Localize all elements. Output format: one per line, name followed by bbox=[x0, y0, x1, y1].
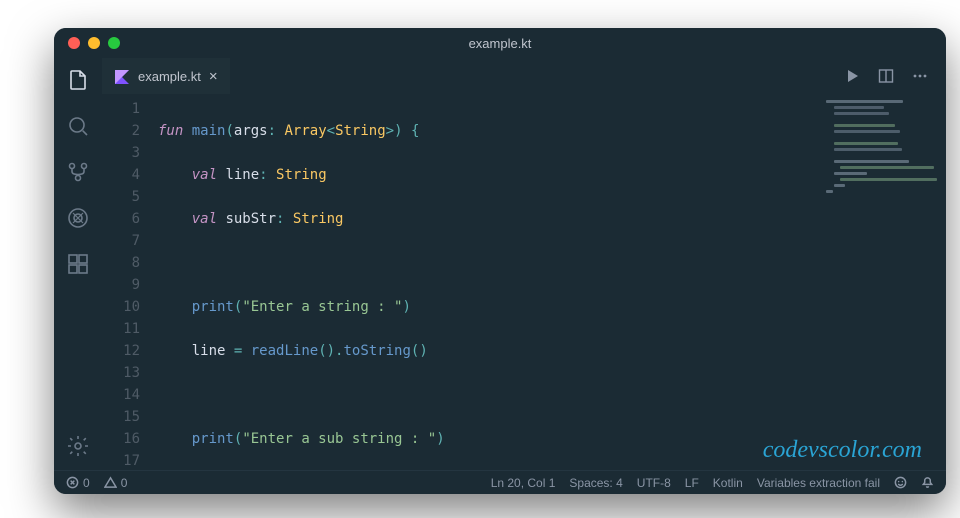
search-icon[interactable] bbox=[66, 114, 90, 138]
status-spaces[interactable]: Spaces: 4 bbox=[569, 476, 622, 490]
window-title: example.kt bbox=[54, 36, 946, 51]
status-eol[interactable]: LF bbox=[685, 476, 699, 490]
status-language[interactable]: Kotlin bbox=[713, 476, 743, 490]
run-icon[interactable] bbox=[844, 68, 860, 84]
code-content: fun main(args: Array<String>) { val line… bbox=[154, 94, 946, 470]
tab-example-kt[interactable]: example.kt × bbox=[102, 58, 230, 94]
tab-label: example.kt bbox=[138, 69, 201, 84]
close-tab-icon[interactable]: × bbox=[209, 68, 218, 85]
line-number-gutter: 1234567891011121314151617 bbox=[102, 94, 154, 470]
status-extension-msg[interactable]: Variables extraction fail bbox=[757, 476, 880, 490]
titlebar: example.kt bbox=[54, 28, 946, 58]
more-actions-icon[interactable] bbox=[912, 68, 928, 84]
workbench-body: example.kt × 1234567891011121314151617 f… bbox=[54, 58, 946, 470]
settings-gear-icon[interactable] bbox=[66, 434, 90, 458]
extensions-icon[interactable] bbox=[66, 252, 90, 276]
explorer-icon[interactable] bbox=[66, 68, 90, 92]
code-editor[interactable]: 1234567891011121314151617 fun main(args:… bbox=[102, 94, 946, 470]
status-lncol[interactable]: Ln 20, Col 1 bbox=[491, 476, 556, 490]
status-feedback-icon[interactable] bbox=[894, 476, 907, 489]
status-encoding[interactable]: UTF-8 bbox=[637, 476, 671, 490]
kotlin-file-icon bbox=[114, 69, 130, 85]
status-errors[interactable]: 0 bbox=[66, 476, 90, 490]
status-warnings[interactable]: 0 bbox=[104, 476, 128, 490]
status-bar: 0 0 Ln 20, Col 1 Spaces: 4 UTF-8 LF Kotl… bbox=[54, 470, 946, 494]
editor-group: example.kt × 1234567891011121314151617 f… bbox=[102, 58, 946, 470]
activity-bar bbox=[54, 58, 102, 470]
tab-bar: example.kt × bbox=[102, 58, 946, 94]
split-editor-icon[interactable] bbox=[878, 68, 894, 84]
status-bell-icon[interactable] bbox=[921, 476, 934, 489]
editor-window: example.kt bbox=[54, 28, 946, 494]
source-control-icon[interactable] bbox=[66, 160, 90, 184]
editor-actions bbox=[844, 58, 946, 94]
debug-icon[interactable] bbox=[66, 206, 90, 230]
